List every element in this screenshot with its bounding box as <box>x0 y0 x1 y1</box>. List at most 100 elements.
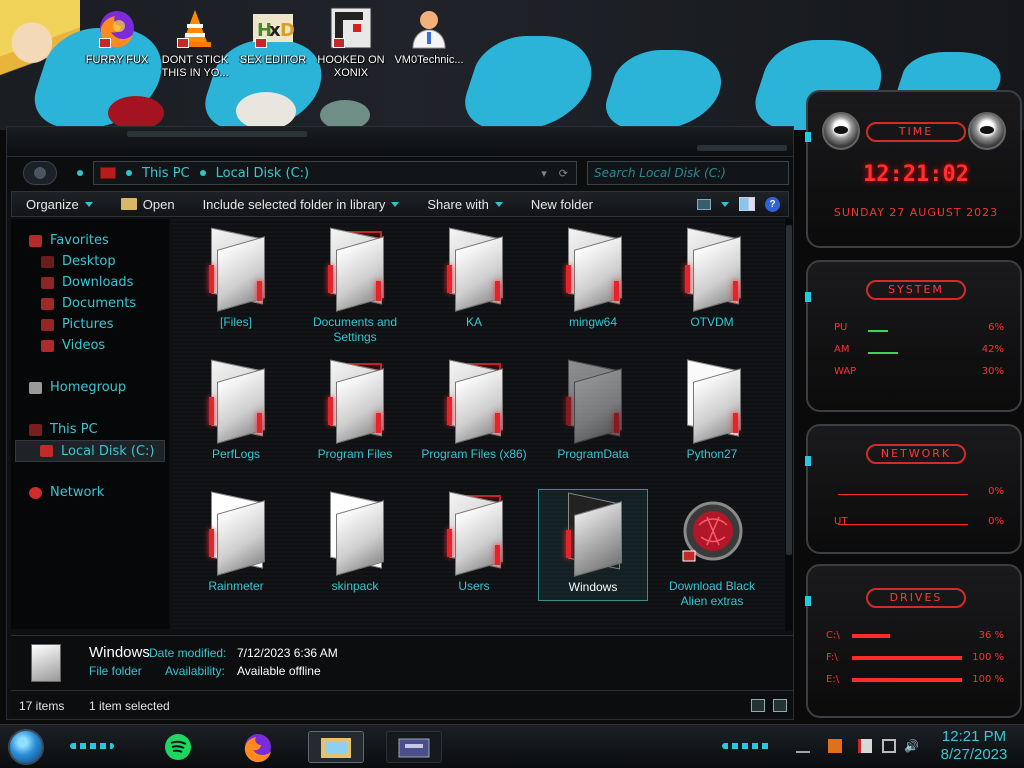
drives-panel: DRIVES C:\ 36 % F:\ 100 % E:\ 100 % <box>805 564 1022 718</box>
alien-head-icon <box>968 112 1006 150</box>
start-button[interactable] <box>8 729 44 765</box>
include-in-library-button[interactable]: Include selected folder in library <box>189 192 414 216</box>
file-explorer-window[interactable]: This PC Local Disk (C:) ▾ ⟳ Search Local… <box>6 126 794 720</box>
nav-downloads[interactable]: Downloads <box>41 275 133 290</box>
desktop-icon-label: DONT STICK THIS IN YO... <box>161 54 229 79</box>
nav-homegroup[interactable]: Homegroup <box>29 380 126 395</box>
alien-head-icon <box>822 112 860 150</box>
recent-pages-dot[interactable] <box>77 170 83 176</box>
folder-item[interactable]: Users <box>419 491 529 594</box>
desktop-icon-sex-editor[interactable]: HxD SEX EDITOR <box>232 6 314 67</box>
nav-favorites[interactable]: Favorites <box>29 233 109 248</box>
vertical-scrollbar[interactable] <box>785 219 793 631</box>
show-hidden-icons-icon[interactable] <box>796 739 810 753</box>
wallpaper-shape <box>108 96 164 130</box>
system-title: SYSTEM <box>866 280 966 300</box>
folder-name: skinpack <box>331 579 379 593</box>
refresh-icon[interactable]: ⟳ <box>559 167 568 180</box>
folder-item[interactable]: skinpack <box>300 491 410 594</box>
firefox-icon <box>95 6 139 50</box>
folder-item[interactable]: KA <box>419 227 529 330</box>
desktop-icon-label: HOOKED ON XONIX <box>317 54 385 79</box>
new-folder-button[interactable]: New folder <box>517 192 607 216</box>
shortcut-arrow-icon <box>255 38 267 48</box>
folder-item[interactable]: Program Files <box>300 359 410 462</box>
nav-videos[interactable]: Videos <box>41 338 105 353</box>
large-icons-view-icon[interactable] <box>773 699 787 712</box>
help-icon[interactable]: ? <box>765 196 780 212</box>
nav-pictures[interactable]: Pictures <box>41 317 113 332</box>
share-label: Share with <box>427 196 489 212</box>
back-forward-orb[interactable] <box>23 161 57 185</box>
volume-icon[interactable]: 🔊 <box>904 739 919 753</box>
desktop-icon-furry-fux[interactable]: FURRY FUX <box>76 6 158 67</box>
breadcrumb-local-disk[interactable]: Local Disk (C:) <box>216 166 309 181</box>
drive-f-value: 100 % <box>972 652 1004 663</box>
nav-label: Homegroup <box>50 380 127 395</box>
selected-item-name: Windows <box>89 644 150 661</box>
desktop-icon-vm0technic[interactable]: VM0Technic... <box>388 6 470 67</box>
command-bar: Organize Open Include selected folder in… <box>11 191 789 217</box>
desktop-icon-xonix[interactable]: HOOKED ON XONIX <box>310 6 392 80</box>
shortcut-name: Download Black Alien extras <box>668 579 756 608</box>
title-bar-decoration <box>127 131 307 137</box>
folder-item[interactable]: Documents and Settings <box>300 227 410 345</box>
firefox-taskbar-button[interactable] <box>236 731 280 763</box>
nav-label: Pictures <box>62 317 114 332</box>
desktop-icon-vlc[interactable]: DONT STICK THIS IN YO... <box>154 6 236 80</box>
availability-value: Available offline <box>237 664 321 678</box>
nav-this-pc[interactable]: This PC <box>29 422 98 437</box>
folder-item[interactable]: [Files] <box>181 227 291 330</box>
organize-button[interactable]: Organize <box>12 192 107 216</box>
folder-name: OTVDM <box>690 315 734 329</box>
panel-light <box>805 292 811 302</box>
folder-icon <box>205 359 267 444</box>
net-in-value: 0% <box>988 486 1004 497</box>
app-taskbar-button[interactable] <box>386 731 442 763</box>
network-tray-icon[interactable] <box>882 739 896 753</box>
vlc-cone-icon <box>173 6 217 50</box>
folder-item[interactable]: mingw64 <box>538 227 648 330</box>
change-view-icon[interactable] <box>697 198 711 210</box>
shortcut-item[interactable]: Download Black Alien extras <box>657 495 767 609</box>
ram-label: AM <box>834 344 850 355</box>
folder-item[interactable]: PerfLogs <box>181 359 291 462</box>
share-with-button[interactable]: Share with <box>413 192 516 216</box>
clock-readout: 12:21:02 <box>863 162 969 187</box>
nav-desktop[interactable]: Desktop <box>41 254 116 269</box>
nav-documents[interactable]: Documents <box>41 296 136 311</box>
search-input[interactable]: Search Local Disk (C:) <box>587 161 789 185</box>
cpu-graph <box>868 330 888 332</box>
breadcrumb-this-pc[interactable]: This PC <box>142 166 190 181</box>
open-button[interactable]: Open <box>107 192 189 216</box>
folder-shortcut-icon <box>324 227 386 312</box>
action-center-flag-icon[interactable] <box>858 739 872 753</box>
spotify-taskbar-button[interactable] <box>156 731 200 763</box>
chevron-down-icon[interactable] <box>721 201 729 207</box>
folder-item[interactable]: OTVDM <box>657 227 767 330</box>
folder-name: mingw64 <box>568 315 618 329</box>
scrollbar-thumb[interactable] <box>786 225 792 555</box>
window-title-bar[interactable] <box>7 127 793 157</box>
folder-item[interactable]: ProgramData <box>538 359 648 462</box>
taskbar-time: 12:21 PM <box>941 728 1007 745</box>
nav-local-disk[interactable]: Local Disk (C:) <box>15 440 165 462</box>
panel-light <box>805 132 811 142</box>
folder-item-selected[interactable]: Windows <box>538 489 648 601</box>
nav-network[interactable]: Network <box>29 485 104 500</box>
file-list-view[interactable]: [Files] Documents and Settings KA mingw6… <box>171 219 785 631</box>
folder-item[interactable]: Python27 <box>657 359 767 462</box>
details-view-icon[interactable] <box>751 699 765 712</box>
address-bar[interactable]: This PC Local Disk (C:) ▾ ⟳ <box>93 161 577 185</box>
folder-icon <box>562 492 624 577</box>
folder-item[interactable]: Rainmeter <box>181 491 291 594</box>
address-dropdown-icon[interactable]: ▾ <box>541 167 547 180</box>
app-tray-icon[interactable] <box>828 739 842 753</box>
doctor-avatar-icon <box>407 6 451 50</box>
shortcut-arrow-icon <box>177 38 189 48</box>
chevron-down-icon <box>84 201 93 207</box>
preview-pane-icon[interactable] <box>739 197 755 211</box>
explorer-taskbar-button[interactable] <box>308 731 364 763</box>
folder-item[interactable]: Program Files (x86) <box>419 359 529 462</box>
taskbar-clock[interactable]: 12:21 PM 8/27/2023 <box>926 728 1022 764</box>
